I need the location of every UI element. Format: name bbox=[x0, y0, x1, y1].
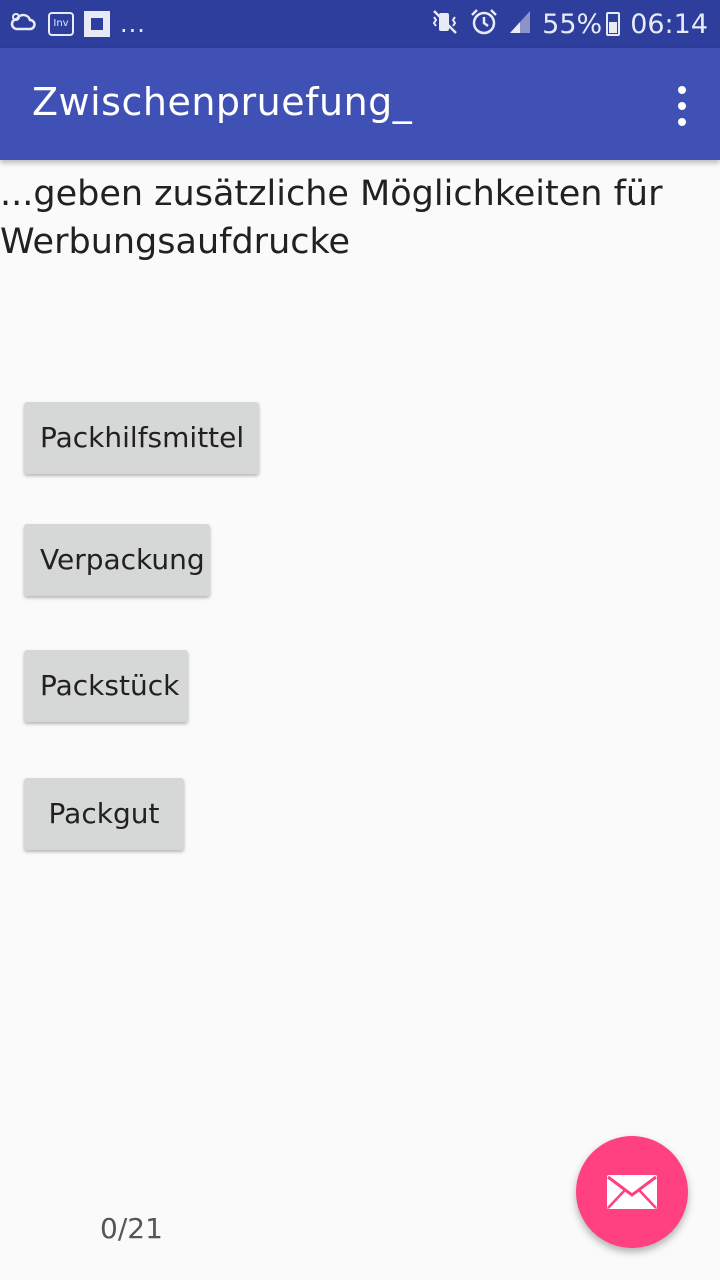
battery-icon bbox=[606, 12, 621, 36]
clock: 06:14 bbox=[630, 8, 708, 40]
answer-button-packhilfsmittel[interactable]: Packhilfsmittel bbox=[24, 402, 259, 474]
answer-button-packstueck[interactable]: Packstück bbox=[24, 650, 188, 722]
question-progress: 0/21 bbox=[100, 1212, 163, 1245]
question-text: ...geben zusätzliche Möglichkeiten für W… bbox=[0, 174, 663, 262]
menu-dot bbox=[678, 86, 686, 94]
mute-vibrate-icon bbox=[430, 9, 460, 39]
battery-percent: 55% bbox=[542, 8, 603, 40]
signal-icon bbox=[508, 9, 532, 39]
mail-fab-button[interactable] bbox=[576, 1136, 688, 1248]
overflow-menu-icon[interactable] bbox=[670, 86, 694, 126]
alarm-icon bbox=[470, 8, 498, 40]
menu-dot bbox=[678, 118, 686, 126]
system-status-icons: 55% 06:14 bbox=[430, 8, 708, 40]
flipboard-icon bbox=[84, 11, 110, 37]
more-notifications-indicator: ... bbox=[120, 10, 146, 38]
status-bar: Inv ... 55% 06:14 bbox=[0, 0, 720, 48]
app-bar: Zwischenpruefung_ bbox=[0, 48, 720, 160]
mail-icon bbox=[607, 1175, 657, 1209]
weather-icon bbox=[10, 11, 38, 37]
inv-icon: Inv bbox=[48, 12, 74, 36]
answer-button-verpackung[interactable]: Verpackung bbox=[24, 524, 210, 596]
app-title: Zwischenpruefung_ bbox=[32, 80, 413, 124]
menu-dot bbox=[678, 102, 686, 110]
answer-button-packgut[interactable]: Packgut bbox=[24, 778, 184, 850]
notification-icons: Inv ... bbox=[10, 8, 146, 40]
